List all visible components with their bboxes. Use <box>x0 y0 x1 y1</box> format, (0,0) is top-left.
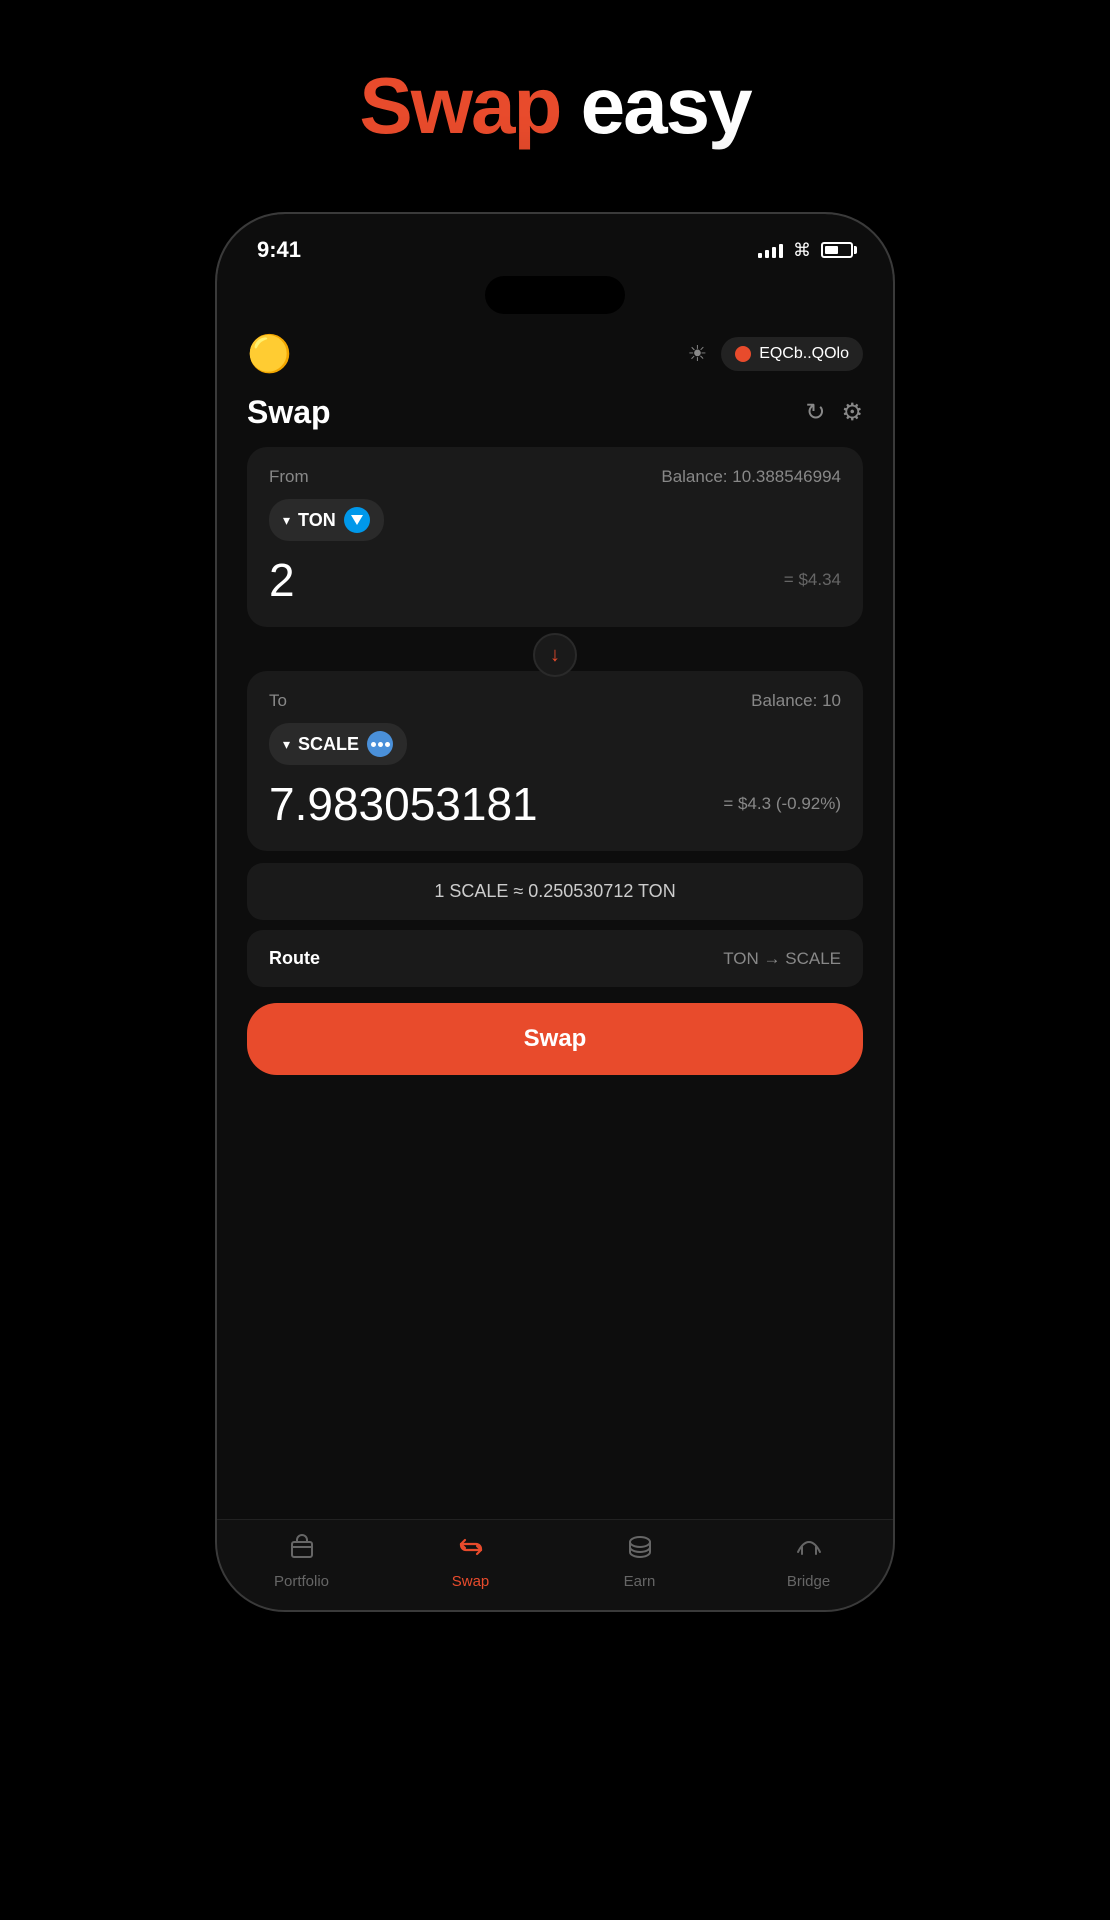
wallet-dot <box>735 346 751 362</box>
refresh-button[interactable]: ↻ <box>805 398 825 427</box>
swap-direction-button[interactable]: ↓ <box>533 633 577 677</box>
to-label-row: To Balance: 10 <box>269 691 841 711</box>
earn-icon <box>627 1534 653 1567</box>
top-nav: 🟡 ☀ EQCb..QOlo <box>247 314 863 386</box>
nav-item-swap[interactable]: Swap <box>421 1534 521 1590</box>
settings-button[interactable]: ⚙ <box>841 398 863 427</box>
page-header: Swap ↻ ⚙ <box>247 386 863 447</box>
status-icons: ⌘ <box>758 240 853 261</box>
battery-icon <box>821 242 853 258</box>
app-logo: 🟡 <box>247 332 291 376</box>
status-time: 9:41 <box>257 237 301 263</box>
to-balance: Balance: 10 <box>751 691 841 711</box>
status-bar: 9:41 ⌘ <box>217 214 893 270</box>
top-nav-right: ☀ EQCb..QOlo <box>687 337 863 371</box>
wallet-badge[interactable]: EQCb..QOlo <box>721 337 863 371</box>
nav-item-bridge[interactable]: Bridge <box>759 1534 859 1590</box>
to-amount-row: 7.983053181 = $4.3 (-0.92%) <box>269 777 841 831</box>
from-balance: Balance: 10.388546994 <box>661 467 841 487</box>
to-card: To Balance: 10 ▾ SCALE <box>247 671 863 851</box>
nav-item-earn[interactable]: Earn <box>590 1534 690 1590</box>
chevron-down-icon: ▾ <box>283 512 290 529</box>
page-wrapper: Swap easy 9:41 ⌘ <box>0 0 1110 1920</box>
from-usd-value: = $4.34 <box>784 570 841 590</box>
portfolio-icon <box>289 1534 315 1567</box>
swap-nav-label: Swap <box>452 1573 490 1590</box>
headline-easy: easy <box>560 61 750 150</box>
rate-info-text: 1 SCALE ≈ 0.250530712 TON <box>434 881 675 902</box>
route-row: Route TON → SCALE <box>247 930 863 987</box>
from-token-name: TON <box>298 510 336 531</box>
bridge-icon <box>796 1534 822 1567</box>
chevron-down-icon: ▾ <box>283 736 290 753</box>
scale-icon <box>367 731 393 757</box>
bottom-nav: Portfolio Swap <box>217 1519 893 1610</box>
theme-toggle-icon[interactable]: ☀ <box>687 341 707 367</box>
headline: Swap easy <box>359 60 750 152</box>
swap-button[interactable]: Swap <box>247 1003 863 1075</box>
earn-label: Earn <box>624 1573 656 1590</box>
portfolio-label: Portfolio <box>274 1573 329 1590</box>
nav-item-portfolio[interactable]: Portfolio <box>252 1534 352 1590</box>
ton-icon <box>344 507 370 533</box>
dynamic-island <box>485 276 625 314</box>
route-value: TON → SCALE <box>723 949 841 969</box>
to-usd-value: = $4.3 (-0.92%) <box>723 794 841 814</box>
from-card: From Balance: 10.388546994 ▾ TON 2 <box>247 447 863 627</box>
from-amount[interactable]: 2 <box>269 553 295 607</box>
headline-swap: Swap <box>359 61 560 150</box>
phone-screen: 9:41 ⌘ <box>217 214 893 1610</box>
from-label: From <box>269 467 309 487</box>
header-icons: ↻ ⚙ <box>805 398 863 427</box>
rate-info-row: 1 SCALE ≈ 0.250530712 TON <box>247 863 863 920</box>
bridge-label: Bridge <box>787 1573 830 1590</box>
wallet-address: EQCb..QOlo <box>759 345 849 363</box>
to-token-name: SCALE <box>298 734 359 755</box>
route-label: Route <box>269 948 320 969</box>
swap-nav-icon <box>458 1534 484 1567</box>
page-title: Swap <box>247 394 331 431</box>
phone-shell: 9:41 ⌘ <box>215 212 895 1612</box>
from-label-row: From Balance: 10.388546994 <box>269 467 841 487</box>
signal-icon <box>758 242 783 258</box>
from-token-selector[interactable]: ▾ TON <box>269 499 384 541</box>
from-amount-row: 2 = $4.34 <box>269 553 841 607</box>
wifi-icon: ⌘ <box>793 240 811 261</box>
to-label: To <box>269 691 287 711</box>
to-token-selector[interactable]: ▾ SCALE <box>269 723 407 765</box>
app-content: 🟡 ☀ EQCb..QOlo Swap ↻ ⚙ <box>217 314 893 1519</box>
swap-direction-wrapper: ↓ <box>247 633 863 677</box>
to-amount[interactable]: 7.983053181 <box>269 777 538 831</box>
